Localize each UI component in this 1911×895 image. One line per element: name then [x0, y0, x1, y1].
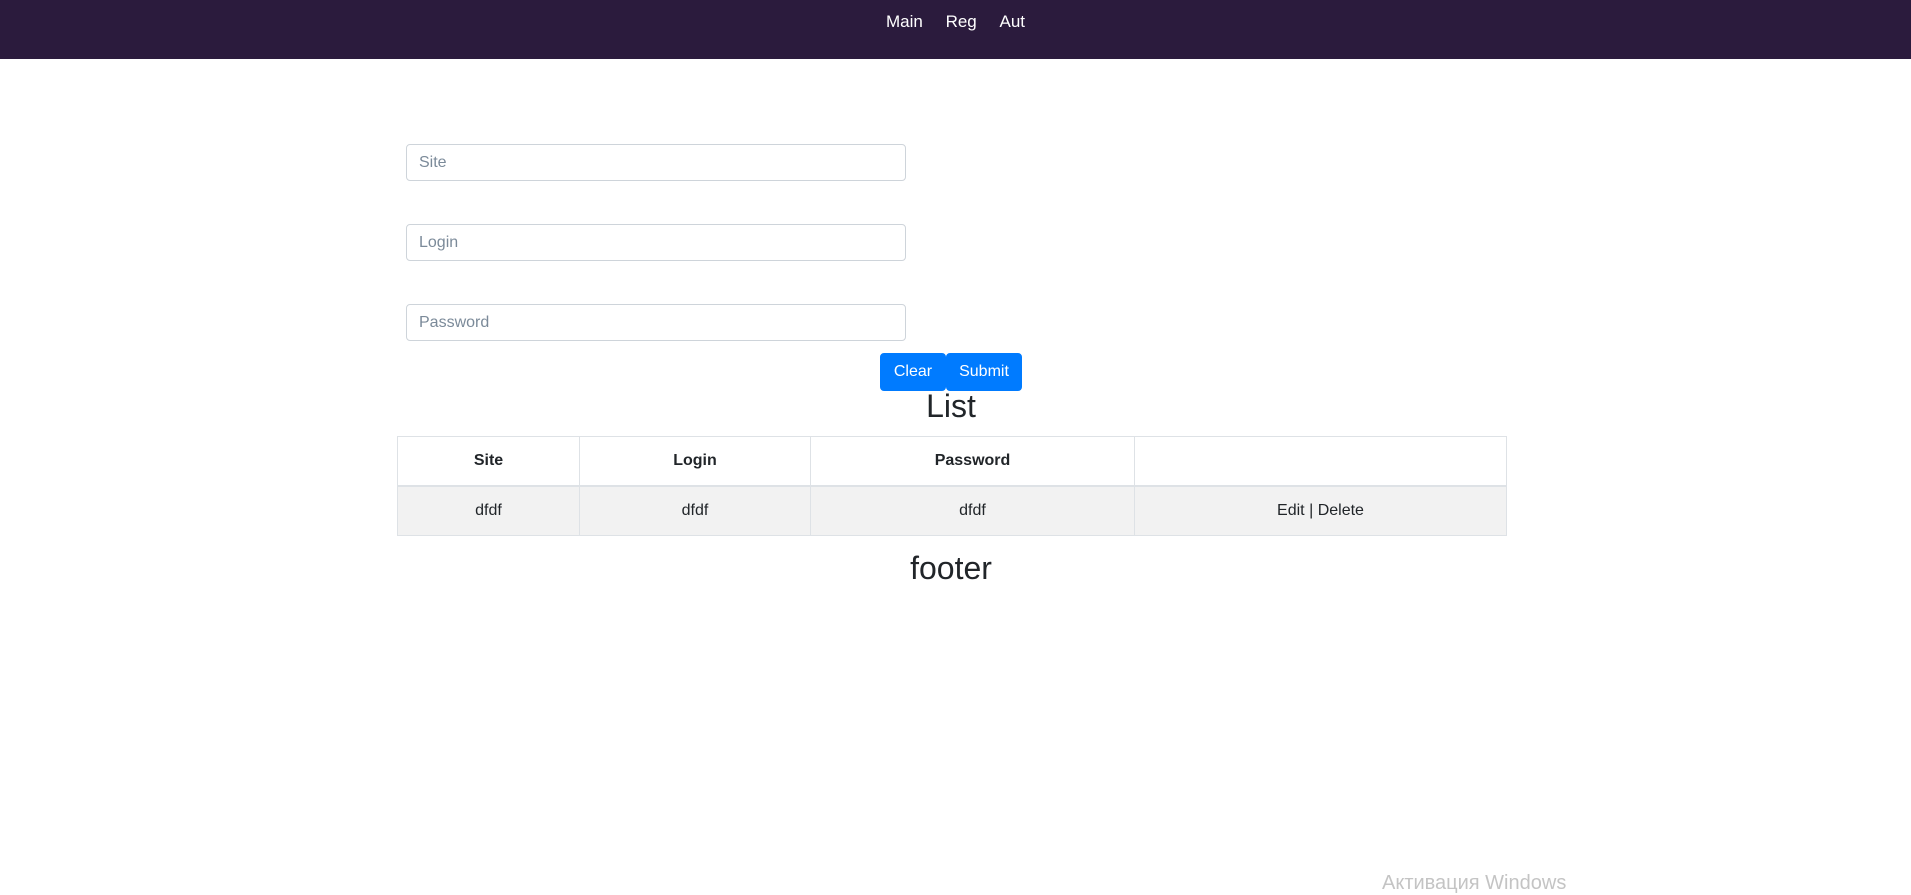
nav-links: Main Reg Aut — [0, 12, 1911, 32]
clear-button[interactable]: Clear — [880, 353, 946, 391]
footer-title: footer — [910, 550, 992, 586]
table-row: dfdf dfdf dfdf Edit | Delete — [397, 485, 1507, 536]
column-header-login: Login — [579, 436, 811, 487]
column-header-password: Password — [810, 436, 1135, 487]
login-input[interactable] — [406, 224, 906, 261]
nav-link-main[interactable]: Main — [886, 12, 923, 32]
site-input[interactable] — [406, 144, 906, 181]
cell-login: dfdf — [579, 485, 811, 536]
cell-site: dfdf — [397, 485, 580, 536]
windows-activation-watermark: Активация Windows — [1382, 872, 1567, 894]
navbar: Main Reg Aut — [0, 0, 1911, 59]
submit-button[interactable]: Submit — [946, 353, 1022, 391]
password-input[interactable] — [406, 304, 906, 341]
cell-actions: Edit | Delete — [1134, 485, 1507, 536]
list-title: List — [926, 388, 976, 424]
cell-password: dfdf — [810, 485, 1135, 536]
edit-link[interactable]: Edit — [1277, 502, 1305, 519]
column-header-actions — [1134, 436, 1507, 487]
delete-link[interactable]: Delete — [1318, 502, 1364, 519]
nav-link-aut[interactable]: Aut — [999, 12, 1025, 32]
column-header-site: Site — [397, 436, 580, 487]
table-header-row: Site Login Password — [397, 436, 1507, 487]
action-separator: | — [1309, 502, 1314, 519]
list-table: Site Login Password dfdf dfdf dfdf Edit … — [397, 436, 1507, 536]
nav-link-reg[interactable]: Reg — [946, 12, 977, 32]
